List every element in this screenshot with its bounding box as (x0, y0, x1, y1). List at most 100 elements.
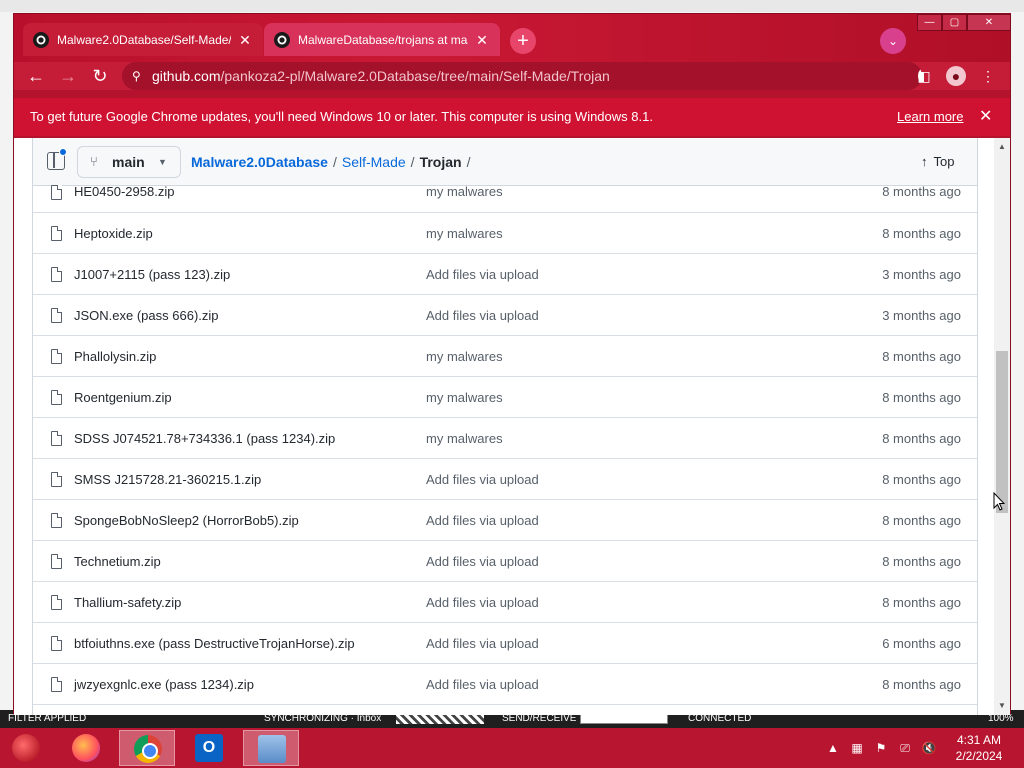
network-tray-icon[interactable]: ▦ (848, 728, 866, 768)
file-name-link[interactable]: SpongeBobNoSleep2 (HorrorBob5).zip (74, 500, 299, 541)
infobar-message: To get future Google Chrome updates, you… (30, 109, 653, 124)
page-scrollbar[interactable]: ▲ ▼ (994, 138, 1010, 715)
file-browser: ⑂ main ▼ Malware2.0Database / Self-Made / Tr… (32, 138, 978, 715)
start-button[interactable] (8, 730, 44, 766)
file-name-link[interactable]: SDSS J074521.78+734336.1 (pass 1234).zip (74, 418, 335, 459)
action-center-flag-icon[interactable]: ⚑ (872, 728, 890, 768)
tab-malware-database-trojans[interactable]: MalwareDatabase/trojans at mas ✕ (264, 23, 500, 56)
scroll-thumb[interactable] (996, 351, 1008, 513)
address-bar[interactable]: ⚲ github.com/pankoza2-pl/Malware2.0Databa… (122, 62, 922, 90)
system-clock[interactable]: 4:31 AM 2/2/2024 (944, 732, 1014, 764)
file-name-link[interactable]: Phallolysin.zip (74, 336, 156, 377)
connection-tray-icon[interactable]: ⎚ (896, 728, 914, 768)
commit-message-link[interactable]: Add files via upload (426, 295, 539, 336)
taskbar-chrome[interactable] (119, 730, 175, 766)
taskbar-outlook[interactable]: O (181, 730, 237, 766)
file-name-link[interactable]: SMSS J215728.21-360215.1.zip (74, 459, 261, 500)
file-name-link[interactable]: Roentgenium.zip (74, 377, 172, 418)
commit-age: 8 months ago (882, 184, 961, 199)
back-arrow-icon[interactable]: ← (24, 64, 48, 88)
close-tab-icon[interactable]: ✕ (237, 32, 253, 48)
file-name-link[interactable]: HE0450-2958.zip (74, 185, 174, 198)
file-row[interactable]: J1007+2115 (pass 123).zip Add files via u… (33, 254, 977, 295)
tab-title: MalwareDatabase/trojans at mas (298, 32, 468, 47)
profile-avatar-icon[interactable]: ● (946, 66, 966, 86)
maximize-button[interactable]: ▢ (942, 14, 967, 31)
file-row[interactable]: SMSS J215728.21-360215.1.zip Add files vi… (33, 459, 977, 500)
caret-down-icon: ▼ (158, 157, 167, 167)
commit-message-link[interactable]: Add files via upload (426, 459, 539, 500)
forward-arrow-icon[interactable]: → (56, 64, 80, 88)
commit-message-link[interactable]: my malwares (426, 418, 503, 459)
new-tab-button[interactable]: + (510, 28, 536, 54)
file-icon (51, 677, 62, 692)
scroll-down-arrow-icon[interactable]: ▼ (994, 701, 1010, 711)
close-tab-icon[interactable]: ✕ (474, 32, 490, 48)
commit-message-link[interactable]: my malwares (426, 213, 503, 254)
commit-age: 8 months ago (882, 595, 961, 610)
file-row[interactable]: btfoiuthns.exe (pass DestructiveTrojanHo… (33, 623, 977, 664)
file-row[interactable]: jwzyexgnlc.exe (pass 1234).zip Add files … (33, 664, 977, 705)
commit-message-link[interactable]: my malwares (426, 377, 503, 418)
commit-message-link[interactable]: my malwares (426, 336, 503, 377)
breadcrumb-folder[interactable]: Self-Made (342, 154, 406, 170)
file-row[interactable]: JSON.exe (pass 666).zip Add files via upl… (33, 295, 977, 336)
mouse-cursor-icon (993, 492, 1005, 511)
tab-search-chevron-icon[interactable]: ⌄ (880, 28, 906, 54)
commit-message-link[interactable]: Add files via upload (426, 500, 539, 541)
scroll-up-arrow-icon[interactable]: ▲ (994, 142, 1010, 152)
commit-message-link[interactable]: Add files via upload (426, 254, 539, 295)
infobar-close-icon[interactable]: ✕ (979, 98, 992, 136)
file-row[interactable]: Heptoxide.zip my malwares 8 months ago (33, 213, 977, 254)
file-name-link[interactable]: btfoiuthns.exe (pass DestructiveTrojanHo… (74, 623, 355, 664)
taskbar-on-screen-keyboard[interactable] (243, 730, 299, 766)
taskbar-firefox[interactable] (58, 730, 114, 766)
commit-message-link[interactable]: Add files via upload (426, 664, 539, 705)
reload-icon[interactable]: ↻ (88, 64, 112, 88)
commit-message-link[interactable]: Add files via upload (426, 623, 539, 664)
clock-time: 4:31 AM (956, 733, 1002, 747)
file-row[interactable]: Phallolysin.zip my malwares 8 months ago (33, 336, 977, 377)
volume-muted-icon[interactable]: 🔇 (920, 728, 938, 768)
file-row[interactable]: HE0450-2958.zip my malwares 8 months ago (33, 184, 977, 213)
file-name-link[interactable]: Heptoxide.zip (74, 213, 153, 254)
window-close-button[interactable]: ✕ (967, 14, 1011, 31)
commit-message-link[interactable]: my malwares (426, 185, 503, 198)
keyboard-icon (258, 735, 286, 763)
url-path: /pankoza2-pl/Malware2.0Database/tree/mai… (220, 68, 610, 84)
file-name-link[interactable]: JSON.exe (pass 666).zip (74, 295, 219, 336)
windows-taskbar: O ▲ ▦ ⚑ ⎚ 🔇 4:31 AM 2/2/2024 (0, 728, 1024, 768)
file-list: HE0450-2958.zip my malwares 8 months ago He… (33, 184, 977, 705)
github-icon (274, 31, 290, 48)
show-hidden-icons[interactable]: ▲ (826, 728, 840, 768)
minimize-button[interactable]: — (917, 14, 942, 31)
file-row[interactable]: SpongeBobNoSleep2 (HorrorBob5).zip Add fi… (33, 500, 977, 541)
branch-selector-button[interactable]: ⑂ main ▼ (77, 146, 181, 178)
scroll-to-top-button[interactable]: ↑ Top (921, 138, 954, 186)
file-name-link[interactable]: jwzyexgnlc.exe (pass 1234).zip (74, 664, 254, 705)
file-icon (51, 390, 62, 405)
commit-message-link[interactable]: Add files via upload (426, 541, 539, 582)
file-row[interactable]: Roentgenium.zip my malwares 8 months ago (33, 377, 977, 418)
commit-message-link[interactable]: Add files via upload (426, 582, 539, 623)
file-icon (51, 267, 62, 282)
site-info-icon[interactable]: ⚲ (132, 62, 141, 90)
breadcrumb-repo[interactable]: Malware2.0Database (191, 154, 328, 170)
chrome-icon (134, 735, 162, 763)
branch-name: main (112, 154, 145, 170)
file-name-link[interactable]: Technetium.zip (74, 541, 161, 582)
chrome-menu-icon[interactable]: ⋮ (978, 66, 998, 86)
file-name-link[interactable]: J1007+2115 (pass 123).zip (74, 254, 230, 295)
learn-more-link[interactable]: Learn more (897, 98, 963, 136)
commit-age: 8 months ago (882, 472, 961, 487)
commit-age: 3 months ago (882, 308, 961, 323)
file-icon (51, 513, 62, 528)
file-row[interactable]: Thallium-safety.zip Add files via upload 8… (33, 582, 977, 623)
side-panel-icon[interactable]: ◧ (914, 66, 934, 86)
send-receive-progress (580, 714, 668, 724)
file-row[interactable]: Technetium.zip Add files via upload 8 mont… (33, 541, 977, 582)
commit-age: 8 months ago (882, 431, 961, 446)
file-name-link[interactable]: Thallium-safety.zip (74, 582, 181, 623)
tab-malware2-database[interactable]: Malware2.0Database/Self-Made/ ✕ (23, 23, 263, 56)
file-row[interactable]: SDSS J074521.78+734336.1 (pass 1234).zip… (33, 418, 977, 459)
